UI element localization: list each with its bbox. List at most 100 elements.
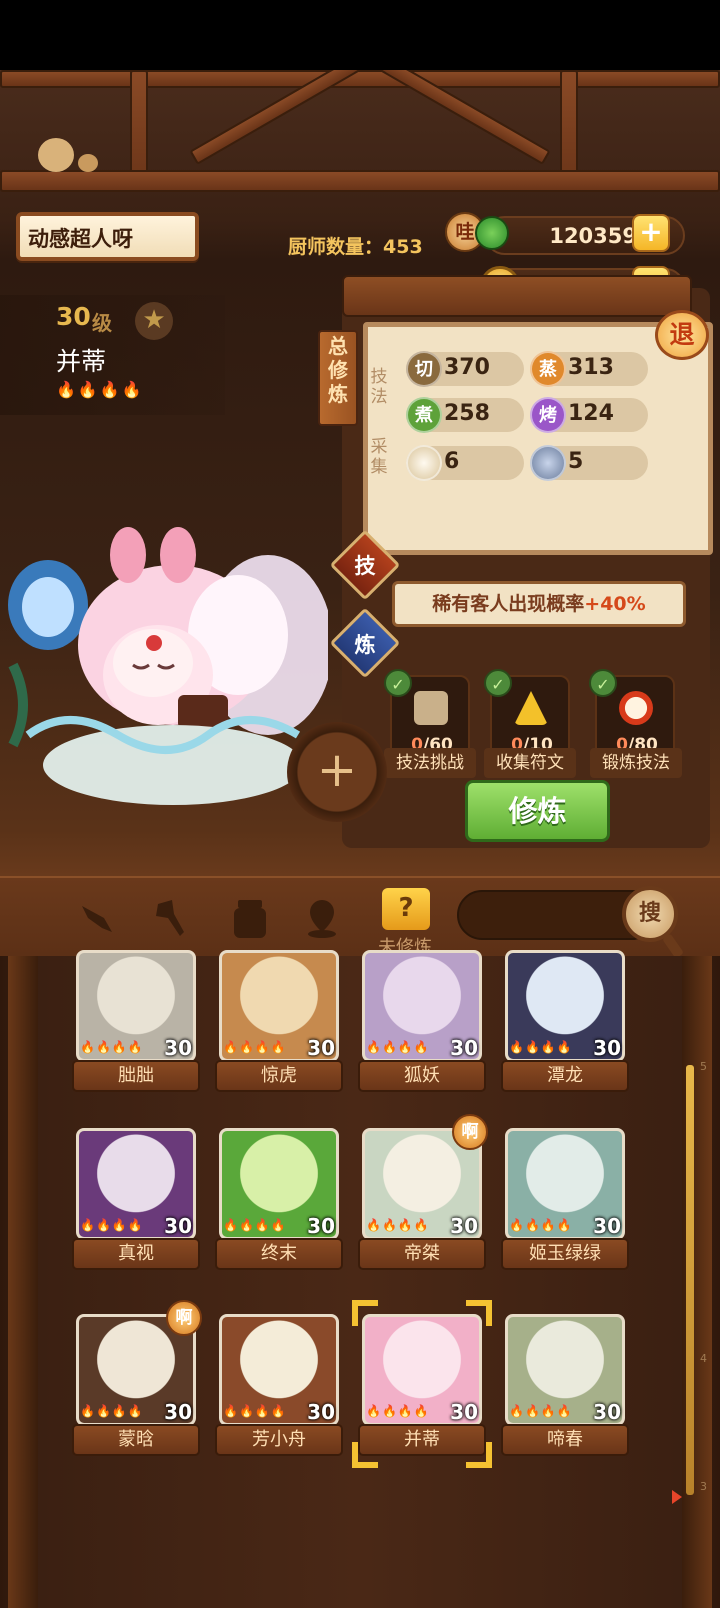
flame-rating-icons: 🔥🔥🔥🔥 [366, 1404, 430, 1418]
stat-value: 124 [568, 401, 614, 426]
chick-icon [38, 138, 74, 172]
bonus-banner: 稀有客人出现概率+40% [395, 584, 683, 624]
flame-rating-icons: 🔥🔥🔥🔥 [80, 1404, 144, 1418]
jade-coin-icon [475, 216, 509, 250]
chef-count: 厨师数量：453 [288, 232, 423, 259]
total-cultivation-tab[interactable]: 总修炼 [318, 330, 358, 426]
flame-rating-icons: 🔥🔥🔥🔥 [366, 1218, 430, 1232]
chef-card[interactable]: 🔥🔥🔥🔥 30 帝桀 啊 [358, 1114, 488, 1278]
bonus-value: +40% [584, 593, 646, 615]
cultivate-button[interactable]: 修炼 [465, 780, 610, 842]
chef-name: 真视 [72, 1238, 200, 1270]
flour-bowl-icon [406, 445, 442, 481]
unrefined-tab-icon[interactable]: ? [382, 888, 430, 930]
chef-card[interactable]: 🔥🔥🔥🔥 30 朏朏 [72, 950, 200, 1100]
chef-card[interactable]: 🔥🔥🔥🔥 30 终末 [215, 1128, 343, 1278]
roof-crossbeam [0, 170, 720, 192]
chef-name: 姬玉绿绿 [501, 1238, 629, 1270]
chef-badge-icon: 啊 [452, 1114, 488, 1150]
chef-level: 30 [164, 1214, 192, 1238]
character-illustration [8, 527, 328, 805]
stat-cut: 切 370 [406, 351, 524, 387]
chef-count-value: 453 [383, 236, 423, 258]
chef-level: 30 [593, 1036, 621, 1060]
list-scrollbar[interactable] [686, 1065, 694, 1495]
chef-level: 30 [164, 1400, 192, 1424]
stat-value: 6 [444, 449, 460, 474]
chef-card[interactable]: 🔥🔥🔥🔥 30 并蒂 [352, 1300, 492, 1468]
chef-name: 惊虎 [215, 1060, 343, 1092]
roof-beam [0, 70, 720, 88]
stats-card: 技法 采集 切 370 蒸 313 煮 258 烤 124 6 5 [363, 322, 713, 555]
chef-level: 30 [307, 1036, 335, 1060]
chef-name: 帝桀 [358, 1238, 486, 1270]
knife-icon[interactable] [76, 896, 120, 940]
add-wa-currency-button[interactable]: + [632, 214, 670, 252]
chef-level: 30 [164, 1036, 192, 1060]
list-frame-left [8, 956, 38, 1608]
chef-count-label: 厨师数量： [288, 236, 384, 258]
stat-fish: 5 [530, 445, 648, 481]
jar-icon[interactable] [228, 896, 272, 940]
chef-level: 30 [307, 1400, 335, 1424]
chef-name: 终末 [215, 1238, 343, 1270]
ruler-mark: 3 [700, 1480, 707, 1493]
chef-level: 30 [450, 1400, 478, 1424]
stat-roast: 烤 124 [530, 397, 648, 433]
chef-name: 潭龙 [501, 1060, 629, 1092]
flame-rating-icons: 🔥🔥🔥🔥 [80, 1040, 144, 1054]
character-level-unit: 级 [92, 311, 112, 335]
chef-level: 30 [450, 1214, 478, 1238]
chef-name: 芳小舟 [215, 1424, 343, 1456]
exit-button[interactable]: 退 [655, 310, 709, 360]
flame-rating-icons: 🔥🔥🔥🔥 [509, 1404, 573, 1418]
flame-rating-icons: 🔥🔥🔥🔥 [223, 1218, 287, 1232]
star-icon[interactable]: ★ [135, 302, 173, 340]
stat-boil: 煮 258 [406, 397, 524, 433]
chef-card[interactable]: 🔥🔥🔥🔥 30 姬玉绿绿 [501, 1128, 629, 1278]
ruler-mark: 5 [700, 1060, 707, 1073]
status-bar [0, 0, 720, 70]
stat-steam: 蒸 313 [530, 351, 648, 387]
ruler-mark: 4 [700, 1352, 707, 1365]
chef-card[interactable]: 🔥🔥🔥🔥 30 潭龙 [501, 950, 629, 1100]
selection-corner [352, 1442, 378, 1468]
steam-icon: 蒸 [530, 351, 566, 387]
check-icon: ✓ [484, 669, 512, 697]
chef-card[interactable]: 🔥🔥🔥🔥 30 啼春 [501, 1314, 629, 1464]
alarm-clock-icon [619, 691, 653, 725]
selection-corner [466, 1300, 492, 1326]
task-label: 技法挑战 [384, 748, 476, 778]
chef-card[interactable]: 🔥🔥🔥🔥 30 蒙晗 啊 [72, 1300, 202, 1464]
task-label: 锻炼技法 [590, 748, 682, 778]
chef-level: 30 [450, 1036, 478, 1060]
panel-rail [342, 275, 692, 317]
chef-level: 30 [307, 1214, 335, 1238]
chef-card[interactable]: 🔥🔥🔥🔥 30 狐妖 [358, 950, 486, 1100]
chef-badge-icon: 啊 [166, 1300, 202, 1336]
chef-level: 30 [593, 1214, 621, 1238]
chick-icon [78, 154, 98, 172]
stat-flour: 6 [406, 445, 524, 481]
chef-name: 朏朏 [72, 1060, 200, 1092]
check-icon: ✓ [589, 669, 617, 697]
flame-rating-icons: 🔥🔥🔥🔥 [509, 1040, 573, 1054]
book-icon [414, 691, 448, 725]
add-chef-slot-button[interactable]: + [287, 722, 387, 822]
flame-rating-icons: 🔥🔥🔥🔥 [509, 1218, 573, 1232]
chef-card[interactable]: 🔥🔥🔥🔥 30 芳小舟 [215, 1314, 343, 1464]
stat-value: 258 [444, 401, 490, 426]
chef-level: 30 [593, 1400, 621, 1424]
fish-icon [530, 445, 566, 481]
location-pin-icon[interactable] [300, 896, 344, 940]
chef-name: 狐妖 [358, 1060, 486, 1092]
player-name-plate[interactable]: 动感超人呀 [16, 212, 199, 261]
chef-card[interactable]: 🔥🔥🔥🔥 30 惊虎 [215, 950, 343, 1100]
bonus-text: 稀有客人出现概率 [432, 593, 585, 615]
chef-card[interactable]: 🔥🔥🔥🔥 30 真视 [72, 1128, 200, 1278]
boil-icon: 煮 [406, 397, 442, 433]
skill-diamond-label: 技 [354, 554, 376, 578]
shovel-icon[interactable] [150, 896, 194, 940]
selection-corner [352, 1300, 378, 1326]
cut-icon: 切 [406, 351, 442, 387]
